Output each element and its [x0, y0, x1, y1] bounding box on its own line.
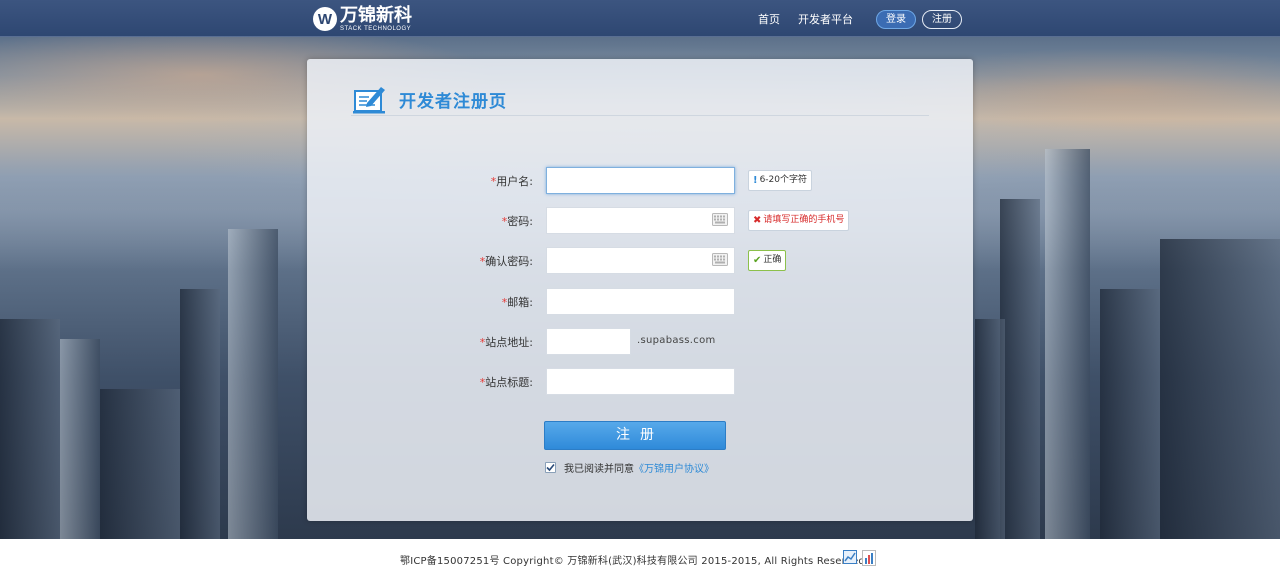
site-address-label: *站点地址:	[479, 336, 533, 349]
email-row: *邮箱:	[307, 288, 973, 315]
panel-header: 开发者注册页	[353, 82, 507, 116]
username-row: *用户名: ! 6-20个字符	[307, 167, 973, 194]
brand-logo[interactable]: W 万锦新科 STACK TECHNOLOGY	[313, 5, 412, 33]
site-title-row: *站点标题:	[307, 368, 973, 395]
info-icon: !	[753, 175, 758, 186]
checkmark-icon: ✔	[753, 255, 762, 266]
top-header: W 万锦新科 STACK TECHNOLOGY 首页 开发者平台 登录 注册	[0, 0, 1280, 37]
username-input[interactable]	[546, 167, 735, 194]
agreement-text: 我已阅读并同意	[564, 463, 634, 475]
register-button[interactable]: 注册	[922, 10, 962, 29]
nav-home-link[interactable]: 首页	[758, 11, 780, 27]
stats-chart-icon[interactable]	[843, 550, 857, 564]
copyright-text: 鄂ICP备15007251号 Copyright© 万锦新科(武汉)科技有限公司…	[400, 556, 869, 567]
site-address-row: *站点地址: .supabass.com	[307, 328, 973, 355]
agreement-row: 我已阅读并同意 《万锦用户协议》	[545, 460, 714, 475]
nav-dev-wrap: 开发者平台	[798, 0, 853, 37]
registration-panel: 开发者注册页 *用户名: ! 6-20个字符 *密码: ✖ 请填写正确的手机号 …	[307, 59, 973, 521]
password-row: *密码: ✖ 请填写正确的手机号	[307, 207, 973, 234]
page-title: 开发者注册页	[399, 91, 507, 112]
edit-form-icon	[353, 87, 385, 114]
username-label: *用户名:	[490, 175, 533, 188]
nav-developer-platform-link[interactable]: 开发者平台	[798, 11, 853, 27]
analytics-bars-icon[interactable]	[862, 550, 876, 566]
email-field[interactable]	[546, 288, 735, 315]
page-footer: 鄂ICP备15007251号 Copyright© 万锦新科(武汉)科技有限公司…	[0, 539, 1280, 579]
keyboard-icon[interactable]	[712, 253, 728, 266]
login-button[interactable]: 登录	[876, 10, 916, 29]
domain-suffix: .supabass.com	[637, 335, 716, 346]
site-address-input[interactable]	[546, 328, 631, 355]
confirm-password-label: *确认密码:	[479, 255, 533, 268]
user-agreement-link[interactable]: 《万锦用户协议》	[634, 460, 714, 475]
logo-name: 万锦新科	[340, 4, 412, 26]
title-divider	[351, 115, 929, 116]
password-error-tip: ✖ 请填写正确的手机号	[748, 210, 850, 231]
site-title-label: *站点标题:	[479, 376, 533, 389]
agreement-checkbox[interactable]	[545, 461, 556, 473]
password-label: *密码:	[501, 215, 533, 228]
submit-register-button[interactable]: 注册	[544, 421, 726, 450]
logo-tagline: STACK TECHNOLOGY	[340, 25, 412, 32]
confirm-password-row: *确认密码: ✔ 正确	[307, 247, 973, 274]
username-hint: ! 6-20个字符	[748, 170, 812, 191]
email-label: *邮箱:	[501, 296, 533, 309]
error-icon: ✖	[753, 215, 762, 226]
confirm-password-success-tip: ✔ 正确	[748, 250, 787, 271]
check-icon	[546, 463, 555, 471]
logo-mark-icon: W	[313, 7, 337, 31]
keyboard-icon[interactable]	[712, 213, 728, 226]
nav-home-wrap: 首页	[758, 0, 780, 37]
site-title-input[interactable]	[546, 368, 735, 395]
password-input[interactable]	[546, 207, 735, 234]
confirm-password-input[interactable]	[546, 247, 735, 274]
